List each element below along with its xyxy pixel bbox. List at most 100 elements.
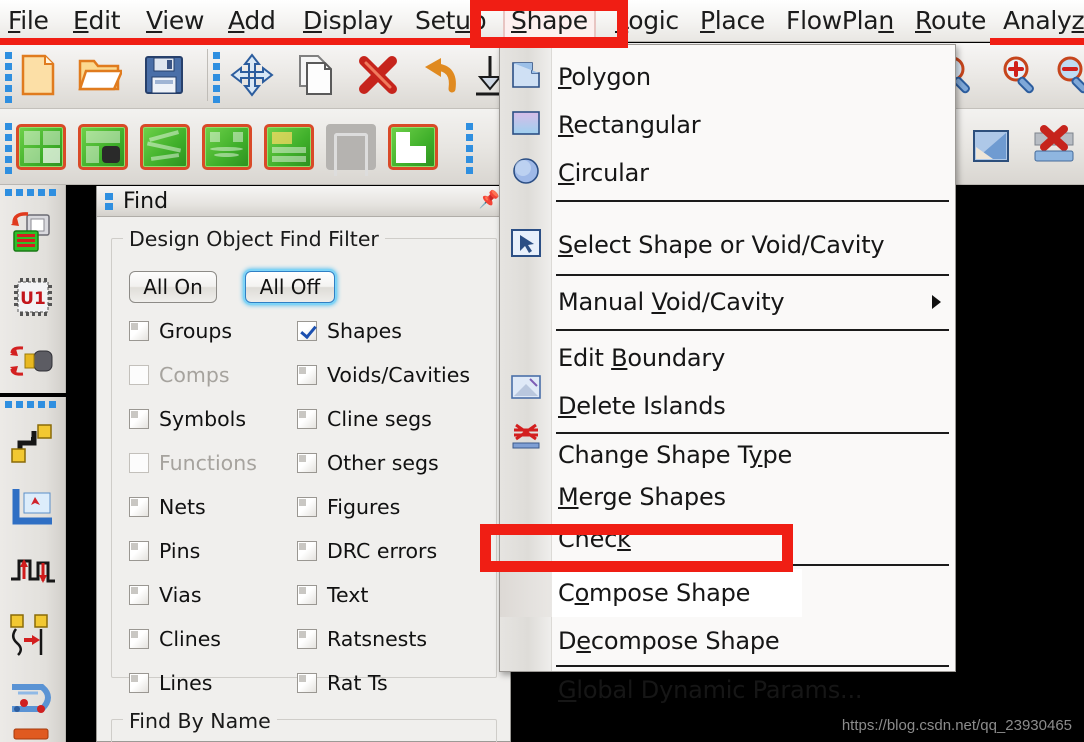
menu-item-delete-islands[interactable]: Delete Islands: [552, 382, 957, 430]
checkbox-symbols[interactable]: Symbols: [129, 407, 246, 431]
checkbox-box[interactable]: [297, 365, 317, 385]
toolbar1-grip-2[interactable]: [213, 52, 220, 103]
swap-components-icon[interactable]: [8, 207, 58, 255]
checkbox-box[interactable]: [297, 585, 317, 605]
menu-item-decompose-shape[interactable]: Decompose Shape: [552, 617, 957, 665]
checkbox-figures[interactable]: Figures: [297, 495, 400, 519]
panel-grip-icon[interactable]: [105, 192, 115, 210]
shape-delete-icon[interactable]: [1030, 123, 1078, 171]
menu-item-change-shape-type[interactable]: Change Shape Type: [552, 431, 957, 479]
shape-add-rect-icon[interactable]: [16, 124, 66, 170]
all-on-button[interactable]: All On: [129, 271, 217, 303]
chip-u1-icon[interactable]: U1: [8, 273, 58, 321]
undo-icon[interactable]: [416, 51, 464, 99]
move-icon[interactable]: [228, 51, 276, 99]
checkbox-box[interactable]: [297, 673, 317, 693]
checkbox-box[interactable]: [297, 497, 317, 517]
shape-disabled-icon: [326, 124, 376, 176]
checkbox-box[interactable]: [129, 541, 149, 561]
menu-route[interactable]: Route: [915, 4, 986, 38]
menu-item-rectangular[interactable]: Rectangular: [552, 101, 957, 149]
shape-add-text-icon[interactable]: [78, 124, 128, 170]
find-panel-titlebar[interactable]: Find 📌: [97, 186, 510, 217]
menu-shape[interactable]: Shape: [503, 2, 596, 40]
menu-view[interactable]: View: [146, 4, 204, 38]
checkbox-nets[interactable]: Nets: [129, 495, 206, 519]
shape-select-icon[interactable]: [968, 123, 1016, 171]
checkbox-box[interactable]: [297, 409, 317, 429]
menu-edit[interactable]: Edit: [73, 4, 121, 38]
checkbox-groups[interactable]: Groups: [129, 319, 232, 343]
checkbox-cline-segs[interactable]: Cline segs: [297, 407, 432, 431]
checkbox-box[interactable]: [129, 585, 149, 605]
checkbox-vias[interactable]: Vias: [129, 583, 202, 607]
checkbox-drc-errors[interactable]: DRC errors: [297, 539, 437, 563]
menu-item-manual-void-cavity[interactable]: Manual Void/Cavity: [552, 278, 957, 326]
menu-file[interactable]: File: [8, 4, 49, 38]
menu-item-label: Global Dynamic Params...: [558, 676, 863, 704]
shape-boundary-icon[interactable]: [202, 124, 252, 170]
checkbox-box[interactable]: [129, 497, 149, 517]
misc-tool-icon[interactable]: [8, 727, 58, 742]
pin-swap-icon[interactable]: [8, 337, 58, 385]
menu-item-select-shape-or-void-cavity[interactable]: Select Shape or Void/Cavity: [552, 221, 957, 269]
pin-icon[interactable]: 📌: [479, 190, 500, 210]
checkbox-box[interactable]: [129, 629, 149, 649]
zoom-out-icon[interactable]: [1050, 51, 1084, 99]
shape-compose-icon[interactable]: [388, 124, 438, 170]
route-corner-icon[interactable]: [8, 483, 58, 531]
checkbox-box[interactable]: [129, 321, 149, 341]
checkbox-lines[interactable]: Lines: [129, 671, 212, 695]
checkbox-box[interactable]: [297, 321, 317, 341]
copy-icon[interactable]: [292, 51, 340, 99]
menu-separator: [556, 274, 949, 276]
checkbox-ratsnests[interactable]: Ratsnests: [297, 627, 427, 651]
toolbar2-grip[interactable]: [5, 123, 12, 174]
checkbox-box[interactable]: [297, 629, 317, 649]
menu-item-compose-shape[interactable]: Compose Shape: [552, 569, 802, 617]
menu-place[interactable]: Place: [700, 4, 765, 38]
shape-layers-icon[interactable]: [264, 124, 314, 170]
fanout-icon[interactable]: [8, 675, 58, 723]
toolbar-grip[interactable]: [5, 189, 56, 196]
menu-item-label: Circular: [558, 159, 649, 187]
menu-display[interactable]: Display: [303, 4, 393, 38]
menu-add[interactable]: Add: [228, 4, 276, 38]
menu-item-global-dynamic-params[interactable]: Global Dynamic Params...: [552, 666, 957, 714]
menu-setup[interactable]: Setup: [415, 4, 487, 38]
toolbar1-grip[interactable]: [5, 52, 12, 103]
checkbox-box[interactable]: [129, 673, 149, 693]
menu-analyze[interactable]: Analyze: [1003, 4, 1084, 38]
delete-x-icon[interactable]: [354, 51, 402, 99]
save-disk-icon[interactable]: [140, 51, 188, 99]
menu-item-circular[interactable]: Circular: [552, 149, 957, 197]
menu-item-polygon[interactable]: Polygon: [552, 53, 957, 101]
checkbox-label: Cline segs: [327, 407, 432, 431]
checkbox-pins[interactable]: Pins: [129, 539, 200, 563]
new-file-icon[interactable]: [14, 51, 62, 99]
slide-route-icon[interactable]: [8, 611, 58, 659]
checkbox-rat-ts[interactable]: Rat Ts: [297, 671, 388, 695]
checkbox-box[interactable]: [297, 453, 317, 473]
add-connect-icon[interactable]: [8, 419, 58, 467]
checkbox-voids-cavities[interactable]: Voids/Cavities: [297, 363, 470, 387]
checkbox-box[interactable]: [129, 409, 149, 429]
menu-item-edit-boundary[interactable]: Edit Boundary: [552, 334, 957, 382]
checkbox-other-segs[interactable]: Other segs: [297, 451, 439, 475]
open-folder-icon[interactable]: [76, 51, 124, 99]
delay-tune-icon[interactable]: [8, 547, 58, 595]
menu-flowplan[interactable]: FlowPlan: [786, 4, 894, 38]
checkbox-shapes[interactable]: Shapes: [297, 319, 402, 343]
all-off-button[interactable]: All Off: [245, 271, 335, 303]
toolbar2-grip-2[interactable]: [466, 123, 473, 174]
checkbox-clines[interactable]: Clines: [129, 627, 221, 651]
menu-logic[interactable]: Logic: [615, 4, 679, 38]
menu-item-merge-shapes[interactable]: Merge Shapes: [552, 473, 957, 521]
zoom-in-icon[interactable]: [996, 51, 1044, 99]
checkbox-box[interactable]: [297, 541, 317, 561]
toolbar-grip-b[interactable]: [5, 401, 56, 408]
shape-edit-icon[interactable]: [140, 124, 190, 170]
menu-item-label: Rectangular: [558, 111, 701, 139]
menu-item-check[interactable]: Check: [552, 515, 957, 563]
checkbox-text[interactable]: Text: [297, 583, 368, 607]
